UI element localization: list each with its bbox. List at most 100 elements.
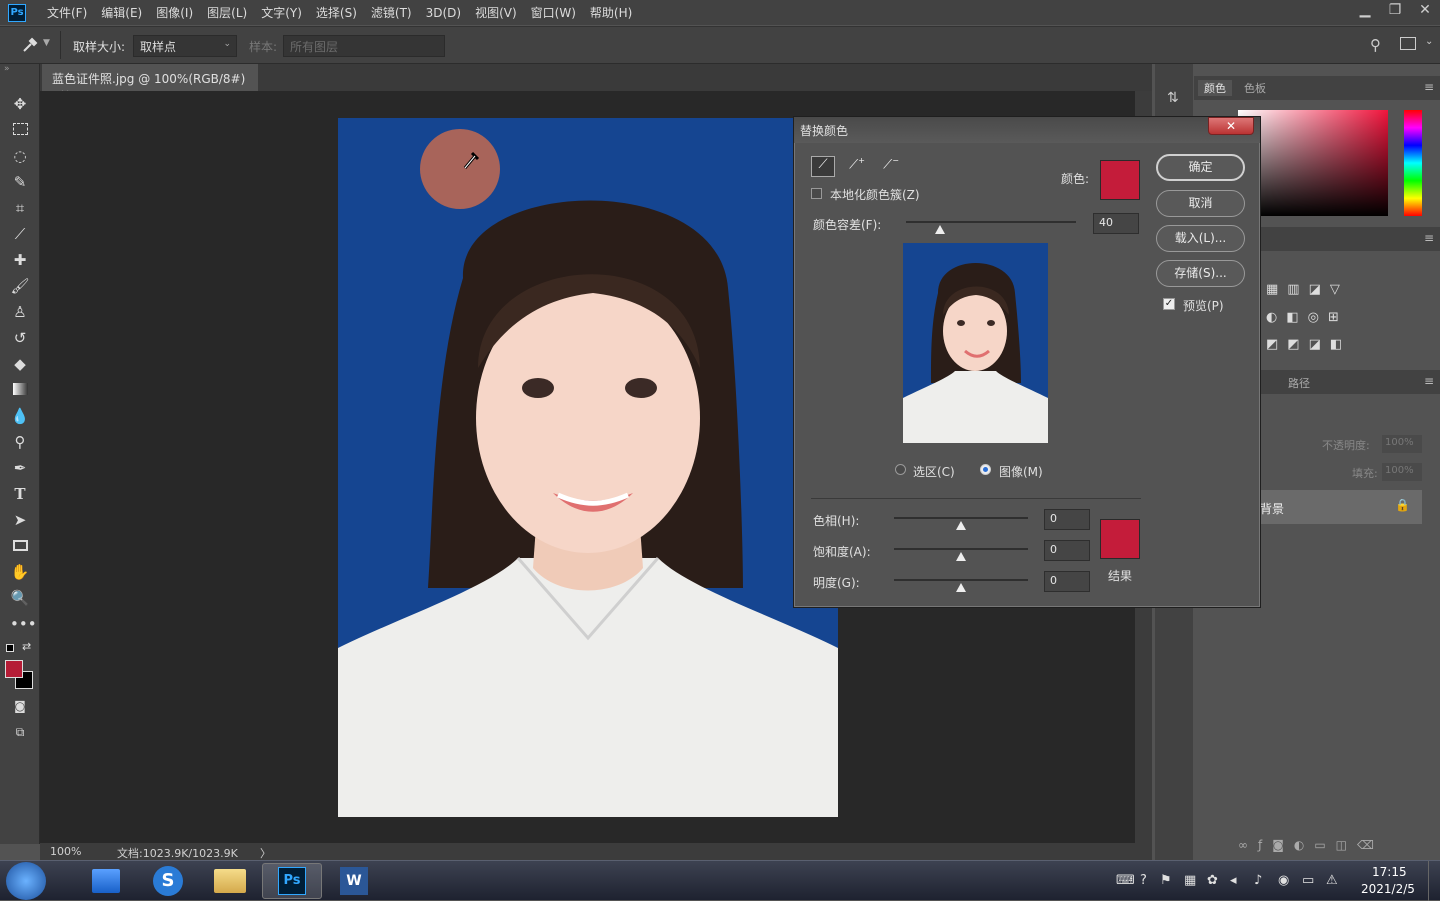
menu-window[interactable]: 窗口(W) bbox=[524, 4, 583, 21]
photoshop-taskbar-icon[interactable]: Ps bbox=[262, 863, 322, 899]
gradient-tool-icon[interactable] bbox=[10, 380, 30, 400]
opacity-field[interactable]: 100% bbox=[1382, 435, 1422, 453]
swap-colors-icon[interactable]: ⇄ bbox=[22, 640, 31, 653]
saturation-slider-thumb[interactable] bbox=[956, 552, 966, 561]
photoshop-logo-icon[interactable]: Ps bbox=[8, 3, 26, 22]
menu-type[interactable]: 文字(Y) bbox=[254, 4, 309, 21]
preview-checkbox[interactable]: ✓ bbox=[1163, 298, 1175, 310]
panel-menu-icon[interactable]: ≡ bbox=[1424, 80, 1434, 94]
more-tools-icon[interactable]: ••• bbox=[10, 614, 37, 634]
fuzziness-input[interactable]: 40 bbox=[1093, 213, 1139, 234]
app-tray-icon[interactable]: ▦ bbox=[1184, 873, 1196, 888]
menu-filter[interactable]: 滤镜(T) bbox=[364, 4, 419, 21]
word-taskbar-icon[interactable]: W bbox=[324, 863, 384, 899]
close-window-button[interactable]: ✕ bbox=[1410, 0, 1440, 22]
lightness-input[interactable]: 0 bbox=[1044, 571, 1090, 592]
stamp-tool-icon[interactable]: ♙ bbox=[10, 302, 30, 322]
type-tool-icon[interactable]: T bbox=[10, 484, 30, 504]
eyedropper-minus-icon[interactable]: ⟋− bbox=[879, 156, 903, 177]
eyedropper-tool-icon[interactable]: ⟋ bbox=[10, 224, 30, 244]
layer-row-background[interactable]: 背景 🔒 bbox=[1250, 490, 1422, 524]
folder-taskbar-icon[interactable] bbox=[200, 863, 260, 899]
eyedropper-tool-preset-icon[interactable] bbox=[20, 35, 40, 55]
eyedropper-icon[interactable]: ⟋ bbox=[811, 156, 835, 177]
clock-time[interactable]: 17:15 bbox=[1372, 865, 1407, 879]
document-tab[interactable]: 蓝色证件照.jpg @ 100%(RGB/8#) × bbox=[42, 64, 258, 101]
foreground-color-swatch[interactable] bbox=[5, 660, 23, 678]
collapse-icon[interactable]: » bbox=[4, 64, 10, 74]
menu-image[interactable]: 图像(I) bbox=[149, 4, 200, 21]
zoom-tool-icon[interactable]: 🔍 bbox=[10, 588, 30, 608]
sample-size-select[interactable]: 取样点 ⌄ bbox=[133, 35, 237, 57]
dodge-tool-icon[interactable]: ⚲ bbox=[10, 432, 30, 452]
marquee-tool-icon[interactable] bbox=[10, 120, 30, 140]
dialog-titlebar[interactable]: 替换颜色 ✕ bbox=[794, 117, 1260, 143]
ok-button[interactable]: 确定 bbox=[1156, 154, 1245, 181]
help-tray-icon[interactable]: ? bbox=[1140, 873, 1147, 888]
tab-color[interactable]: 颜色 bbox=[1198, 80, 1232, 96]
menu-edit[interactable]: 编辑(E) bbox=[94, 4, 149, 21]
menu-help[interactable]: 帮助(H) bbox=[583, 4, 639, 21]
image-radio[interactable] bbox=[980, 464, 991, 475]
load-button[interactable]: 载入(L)... bbox=[1156, 225, 1245, 252]
brush-tool-icon[interactable]: 🖌 bbox=[10, 276, 30, 296]
panel-menu-icon[interactable]: ≡ bbox=[1424, 231, 1434, 245]
fuzziness-track[interactable] bbox=[906, 221, 1076, 223]
move-tool-icon[interactable]: ✥ bbox=[10, 94, 30, 114]
localized-clusters-checkbox[interactable] bbox=[811, 188, 822, 199]
tab-paths[interactable]: 路径 bbox=[1288, 375, 1310, 391]
menu-layer[interactable]: 图层(L) bbox=[200, 4, 254, 21]
saturation-input[interactable]: 0 bbox=[1044, 540, 1090, 561]
eraser-tool-icon[interactable]: ◆ bbox=[10, 354, 30, 374]
rectangle-tool-icon[interactable] bbox=[10, 536, 30, 556]
healing-brush-tool-icon[interactable]: ✚ bbox=[10, 250, 30, 270]
hue-track[interactable] bbox=[894, 517, 1028, 519]
menu-select[interactable]: 选择(S) bbox=[309, 4, 364, 21]
hand-tool-icon[interactable]: ✋ bbox=[10, 562, 30, 582]
default-colors-icon[interactable] bbox=[6, 644, 14, 652]
adjustment-icons-row-3[interactable]: ◩◩◪◧ bbox=[1266, 337, 1351, 352]
selection-radio[interactable] bbox=[895, 464, 906, 475]
search-icon[interactable]: ⚲ bbox=[1370, 36, 1381, 54]
result-color-swatch[interactable] bbox=[1100, 519, 1140, 559]
security-tray-icon[interactable]: ⚠ bbox=[1326, 873, 1338, 888]
hue-slider[interactable] bbox=[1404, 110, 1422, 216]
lasso-tool-icon[interactable]: ◌ bbox=[10, 146, 30, 166]
dialog-close-button[interactable]: ✕ bbox=[1208, 117, 1254, 135]
crop-tool-icon[interactable]: ⌗ bbox=[10, 198, 30, 218]
fill-field[interactable]: 100% bbox=[1382, 463, 1422, 481]
menu-3d[interactable]: 3D(D) bbox=[419, 6, 468, 20]
quick-mask-icon[interactable]: ◙ bbox=[10, 696, 30, 716]
file-explorer-taskbar-icon[interactable] bbox=[76, 863, 136, 899]
minimize-button[interactable]: ▁ bbox=[1350, 0, 1380, 22]
path-selection-tool-icon[interactable]: ➤ bbox=[10, 510, 30, 530]
flower-tray-icon[interactable]: ✿ bbox=[1207, 873, 1218, 888]
menu-view[interactable]: 视图(V) bbox=[468, 4, 524, 21]
replace-color-swatch[interactable] bbox=[1100, 160, 1140, 200]
restore-button[interactable]: ❐ bbox=[1380, 0, 1410, 22]
tab-swatches[interactable]: 色板 bbox=[1244, 80, 1266, 96]
network-tray-icon[interactable]: ◉ bbox=[1278, 873, 1289, 888]
menu-file[interactable]: 文件(F) bbox=[40, 4, 94, 21]
sogou-taskbar-icon[interactable]: S bbox=[138, 863, 198, 899]
hue-slider-thumb[interactable] bbox=[956, 521, 966, 530]
display-tray-icon[interactable]: ▭ bbox=[1302, 873, 1314, 888]
history-panel-icon[interactable]: ⇅ bbox=[1167, 90, 1179, 106]
input-tray-icon[interactable]: ◂ bbox=[1230, 873, 1237, 888]
fuzziness-slider-thumb[interactable] bbox=[935, 225, 945, 234]
panel-menu-icon[interactable]: ≡ bbox=[1424, 374, 1434, 388]
chevron-down-icon[interactable]: ⌄ bbox=[1425, 36, 1433, 47]
hue-input[interactable]: 0 bbox=[1044, 509, 1090, 530]
lightness-slider-thumb[interactable] bbox=[956, 583, 966, 592]
lightness-track[interactable] bbox=[894, 579, 1028, 581]
chevron-down-icon[interactable]: ▼ bbox=[43, 38, 50, 48]
workspace-icon[interactable] bbox=[1400, 37, 1416, 50]
keyboard-tray-icon[interactable]: ⌨ bbox=[1116, 873, 1135, 888]
start-button-icon[interactable] bbox=[6, 862, 46, 900]
save-button[interactable]: 存储(S)... bbox=[1156, 260, 1245, 287]
document-image[interactable] bbox=[338, 118, 838, 817]
blur-tool-icon[interactable]: 💧 bbox=[10, 406, 30, 426]
pen-tool-icon[interactable]: ✒ bbox=[10, 458, 30, 478]
quick-selection-tool-icon[interactable]: ✎ bbox=[10, 172, 30, 192]
layer-actions[interactable]: ∞ƒ◙◐▭◫⌫ bbox=[1238, 838, 1384, 852]
